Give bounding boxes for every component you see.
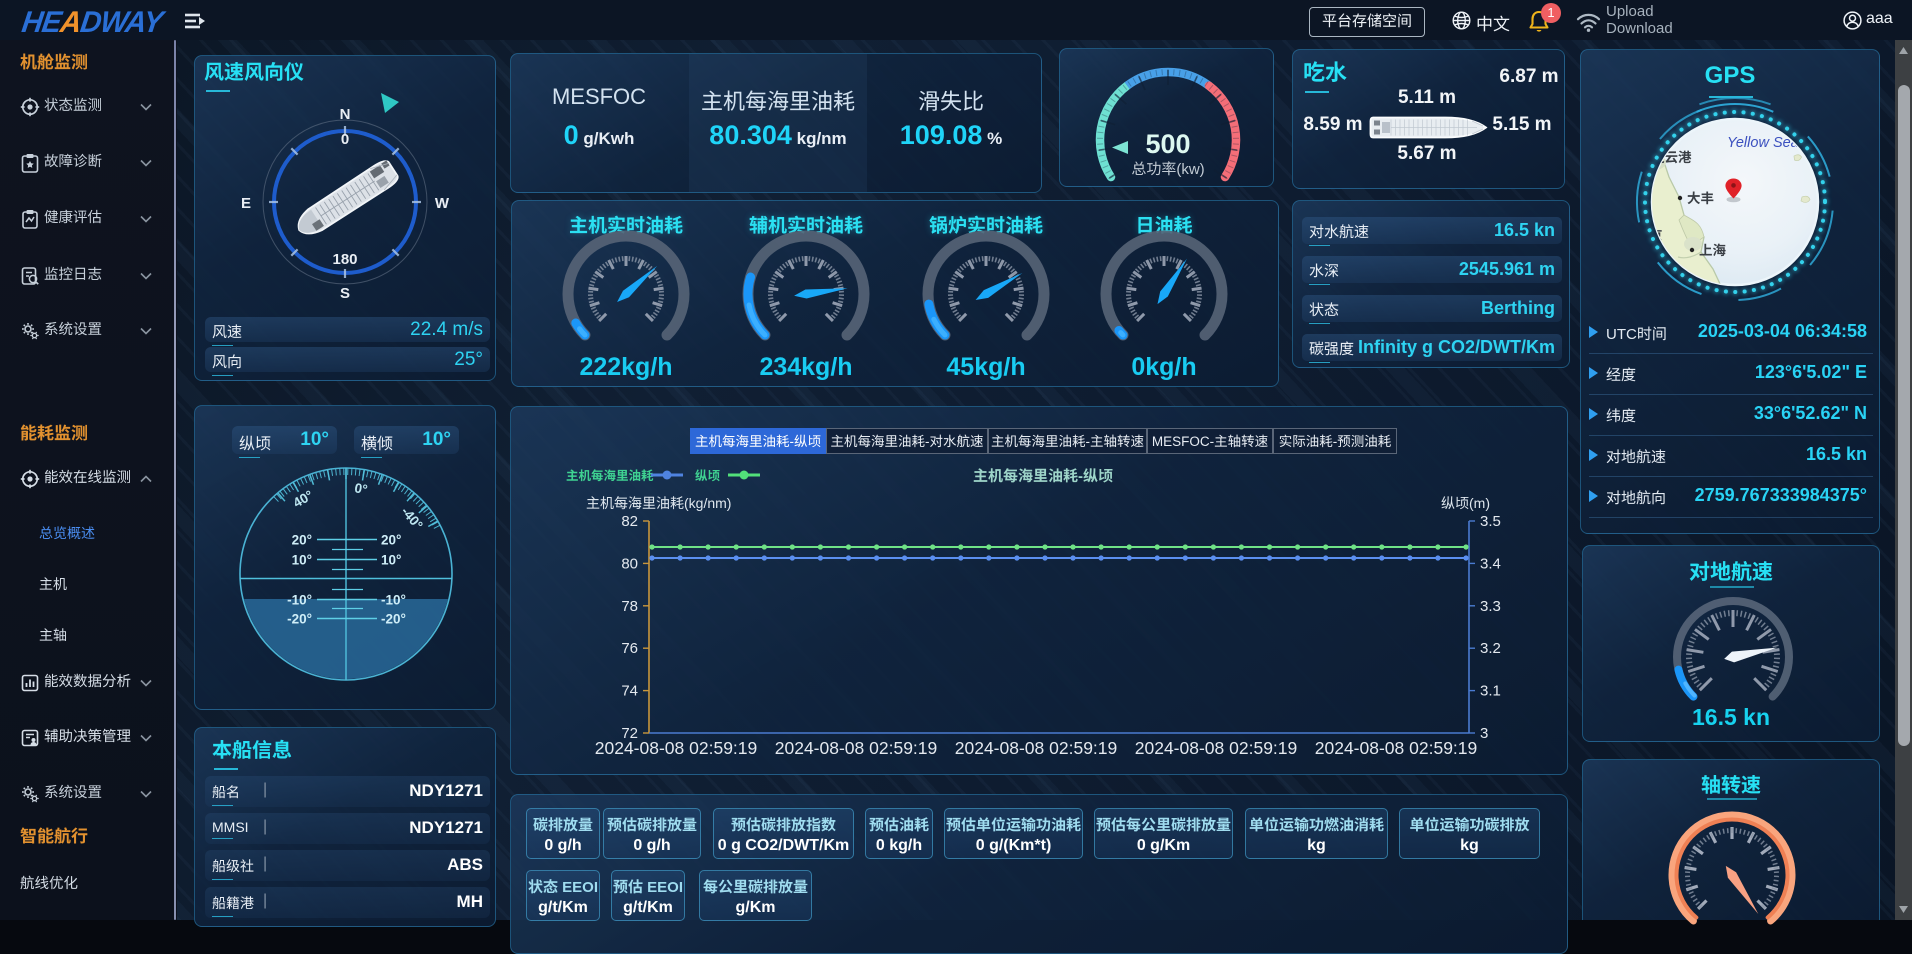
svg-text:78: 78 (621, 598, 638, 615)
svg-text:10°: 10° (381, 553, 401, 568)
svg-text:20°: 20° (381, 533, 401, 548)
svg-text:3.3: 3.3 (1480, 598, 1501, 615)
svg-text:-10°: -10° (381, 593, 406, 608)
svg-text:2024-08-08 02:59:19: 2024-08-08 02:59:19 (1315, 738, 1478, 758)
svg-text:74: 74 (621, 683, 638, 700)
svg-text:10°: 10° (292, 553, 312, 568)
svg-text:2024-08-08 02:59:19: 2024-08-08 02:59:19 (775, 738, 938, 758)
svg-text:2024-08-08 02:59:19: 2024-08-08 02:59:19 (595, 738, 758, 758)
svg-text:80: 80 (621, 555, 638, 572)
svg-text:大丰: 大丰 (1687, 191, 1714, 206)
svg-text:N: N (340, 106, 351, 123)
svg-text:76: 76 (621, 640, 638, 657)
svg-text:2024-08-08 02:59:19: 2024-08-08 02:59:19 (955, 738, 1118, 758)
svg-text:3: 3 (1480, 725, 1488, 742)
svg-text:S: S (340, 285, 350, 302)
svg-text:-40°: -40° (398, 504, 426, 533)
svg-text:40°: 40° (290, 487, 315, 510)
svg-text:上海: 上海 (1699, 243, 1727, 258)
svg-text:0°: 0° (353, 480, 368, 497)
svg-text:2024-08-08 02:59:19: 2024-08-08 02:59:19 (1135, 738, 1298, 758)
svg-text:-10°: -10° (287, 593, 312, 608)
svg-text:3.5: 3.5 (1480, 513, 1501, 530)
svg-text:82: 82 (621, 513, 638, 530)
svg-text:0: 0 (341, 131, 349, 148)
svg-text:3.4: 3.4 (1480, 555, 1501, 572)
svg-text:-20°: -20° (287, 612, 312, 627)
svg-text:3.2: 3.2 (1480, 640, 1501, 657)
svg-text:180: 180 (332, 251, 357, 268)
svg-text:-20°: -20° (381, 612, 406, 627)
svg-text:3.1: 3.1 (1480, 683, 1501, 700)
svg-text:W: W (435, 195, 450, 212)
svg-text:E: E (241, 195, 251, 212)
svg-text:20°: 20° (292, 533, 312, 548)
